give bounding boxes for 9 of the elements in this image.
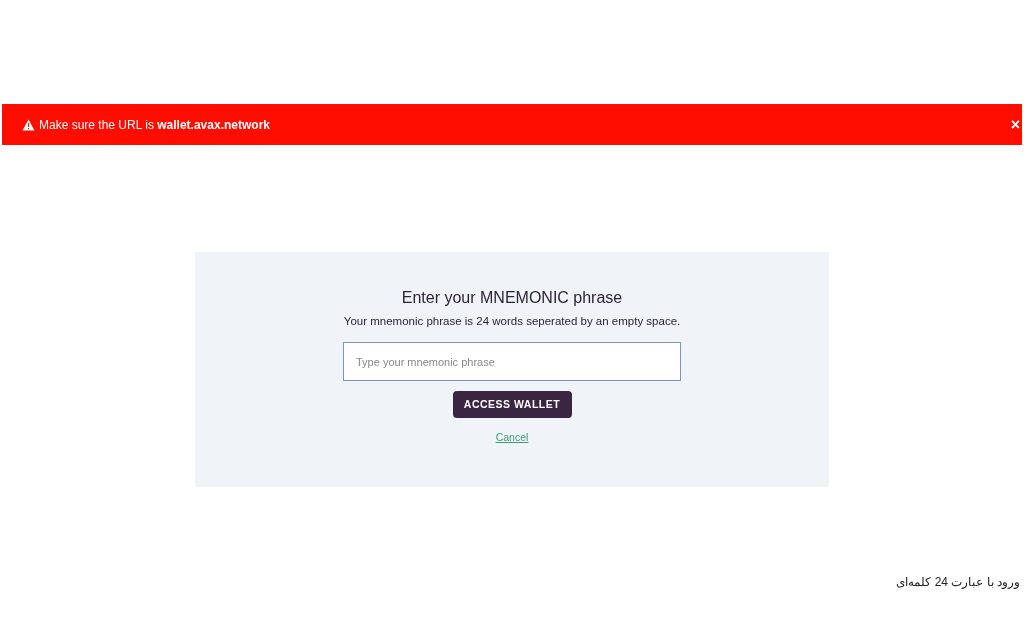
form-subtitle: Your mnemonic phrase is 24 words seperated by an empty space. (343, 314, 681, 329)
caption: ورود با عبارت 24 کلمه‌ای (896, 574, 1020, 591)
warning-message: Make sure the URL is wallet.avax.network (39, 116, 270, 134)
form-title: Enter your MNEMONIC phrase (401, 288, 623, 308)
warning-icon (22, 118, 35, 131)
cancel-link[interactable]: Cancel (495, 430, 529, 446)
close-button[interactable]: × (1010, 116, 1020, 133)
access-wallet-button[interactable]: ACCESS WALLET (452, 391, 572, 419)
mnemonic-input-field[interactable]: Type your mnemonic phrase (343, 342, 681, 382)
